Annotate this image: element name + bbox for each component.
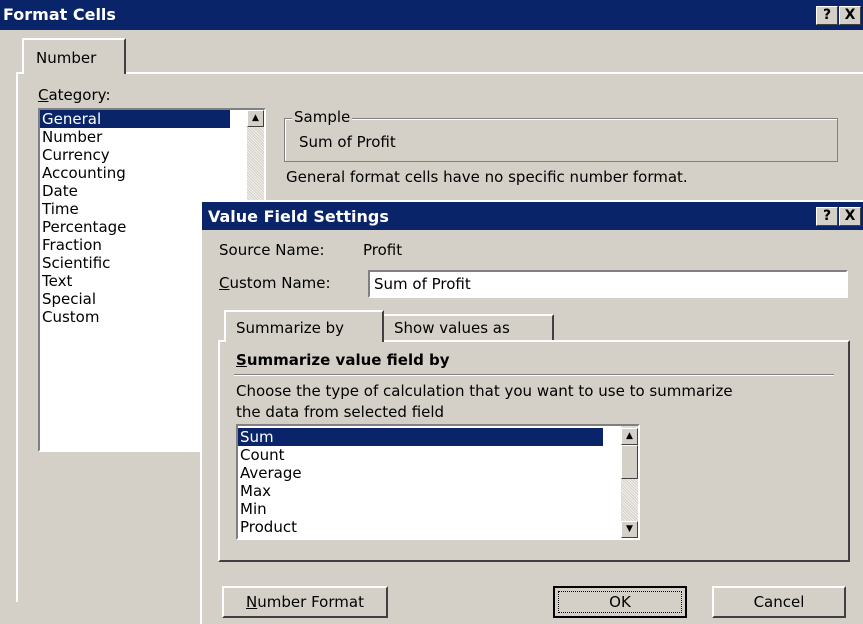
category-item-date[interactable]: Date [40, 182, 230, 200]
tab-show-values-as-label: Show values as [394, 319, 510, 337]
function-item-min[interactable]: Min [238, 500, 603, 518]
vfs-title: Value Field Settings [208, 207, 389, 226]
summarize-heading: Summarize value field by [236, 351, 450, 369]
tab-number[interactable]: Number [22, 38, 126, 74]
instruction-line-2: the data from selected field [236, 403, 445, 421]
cancel-label: Cancel [753, 593, 805, 611]
sample-value: Sum of Profit [299, 133, 396, 151]
format-cells-titlebar: Format Cells ? X [0, 0, 863, 30]
cancel-button[interactable]: Cancel [712, 586, 846, 618]
custom-name-value: Sum of Profit [374, 275, 471, 293]
tab-summarize-by-label: Summarize by [236, 319, 345, 337]
category-label: Category: [38, 86, 111, 104]
custom-name-input[interactable]: Sum of Profit [368, 270, 848, 298]
function-item-sum[interactable]: Sum [238, 428, 603, 446]
tab-summarize-by[interactable]: Summarize by [224, 310, 384, 342]
sample-label: Sample [292, 108, 353, 126]
format-cells-close-button[interactable]: X [839, 6, 861, 25]
category-scroll-up-button[interactable]: ▲ [247, 110, 264, 127]
tab-show-values-as[interactable]: Show values as [384, 314, 554, 340]
function-item-count[interactable]: Count [238, 446, 603, 464]
function-list[interactable]: Sum Count Average Max Min Product ▲ ▼ [236, 424, 640, 540]
function-item-average[interactable]: Average [238, 464, 603, 482]
vfs-close-button[interactable]: X [839, 207, 861, 226]
sample-group: Sum of Profit [284, 118, 838, 162]
vfs-help-button[interactable]: ? [816, 207, 838, 226]
source-name-label: Source Name: [219, 241, 325, 259]
format-description: General format cells have no specific nu… [286, 168, 688, 186]
function-scroll-up-button[interactable]: ▲ [621, 428, 638, 445]
category-item-accounting[interactable]: Accounting [40, 164, 230, 182]
function-scroll-down-button[interactable]: ▼ [621, 521, 638, 538]
function-scroll-thumb[interactable] [621, 445, 638, 479]
category-item-general[interactable]: General [40, 110, 230, 128]
heading-divider [234, 374, 834, 376]
category-item-number[interactable]: Number [40, 128, 230, 146]
instruction-line-1: Choose the type of calculation that you … [236, 382, 733, 400]
ok-button[interactable]: OK [553, 586, 687, 618]
format-cells-title: Format Cells [3, 5, 116, 24]
vfs-titlebar: Value Field Settings ? X [202, 202, 863, 230]
function-items: Sum Count Average Max Min Product [238, 428, 603, 536]
ok-label: OK [609, 593, 631, 611]
source-name-value: Profit [363, 241, 403, 259]
format-cells-help-button[interactable]: ? [816, 6, 838, 25]
function-item-product[interactable]: Product [238, 518, 603, 536]
number-format-button[interactable]: Number Format [222, 586, 388, 618]
function-item-max[interactable]: Max [238, 482, 603, 500]
custom-name-label: Custom Name: [219, 274, 331, 292]
tab-number-label: Number [36, 49, 97, 67]
category-item-currency[interactable]: Currency [40, 146, 230, 164]
